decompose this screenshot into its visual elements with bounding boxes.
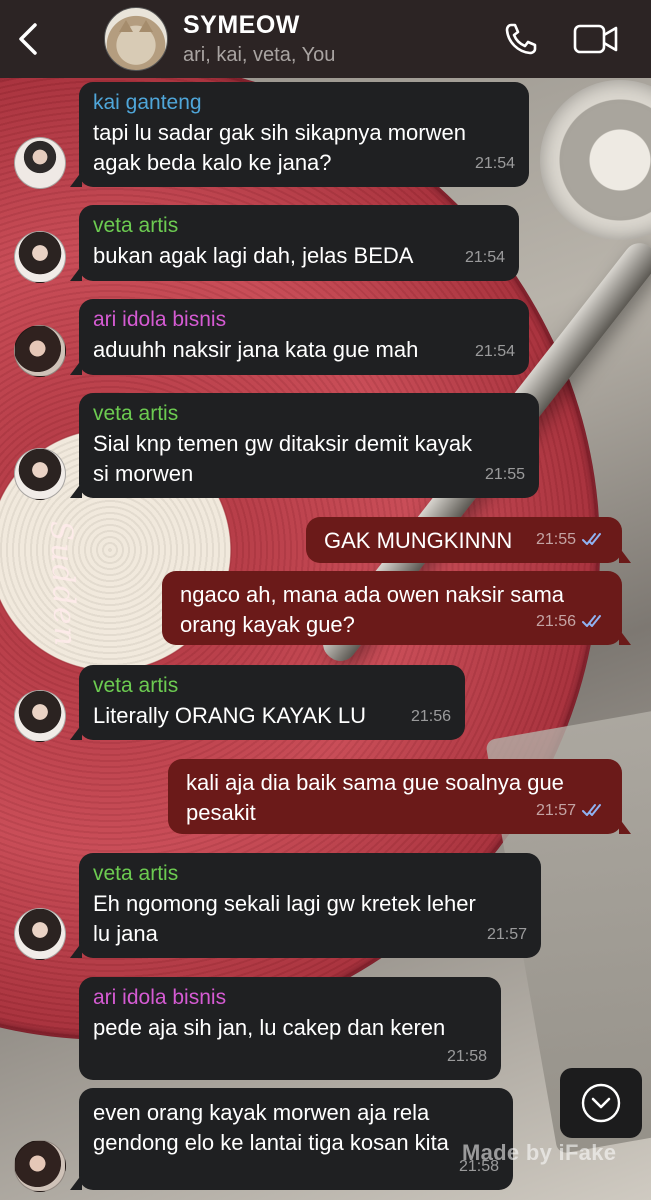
chevron-down-circle-icon — [580, 1082, 622, 1124]
sender-name: veta artis — [93, 402, 179, 425]
read-receipt-icon — [582, 795, 606, 825]
sender-name: veta artis — [93, 862, 179, 885]
message-time: 21:54 — [474, 155, 515, 172]
message-text: kali aja dia baik sama gue soalnya gue p… — [186, 770, 564, 825]
message-time: 21:58 — [446, 1048, 487, 1065]
back-button[interactable] — [2, 0, 54, 78]
phone-icon[interactable] — [503, 21, 539, 57]
sender-name: ari idola bisnis — [93, 986, 227, 1009]
message-time: 21:57 — [535, 802, 576, 819]
chevron-left-icon — [16, 22, 40, 56]
group-info[interactable]: SYMEOW ari, kai, veta, You — [183, 11, 335, 67]
message-bubble-outgoing[interactable]: ngaco ah, mana ada owen naksir sama oran… — [162, 571, 631, 645]
message-time: 21:54 — [474, 343, 515, 360]
sender-name: kai ganteng — [93, 91, 202, 114]
avatar-veta[interactable] — [14, 231, 66, 283]
message-bubble[interactable]: veta artis Literally ORANG KAYAK LU 21:5… — [70, 665, 465, 740]
watermark: Made by iFake — [462, 1140, 617, 1165]
avatar-veta[interactable] — [14, 908, 66, 960]
message-time: 21:56 — [535, 613, 576, 630]
message-bubble[interactable]: even orang kayak morwen aja rela gendong… — [70, 1088, 513, 1190]
group-name: SYMEOW — [183, 11, 300, 39]
group-members: ari, kai, veta, You — [183, 44, 336, 66]
message-text: aduuhh naksir jana kata gue mah — [93, 337, 419, 362]
message-bubble[interactable]: veta artis bukan agak lagi dah, jelas BE… — [70, 205, 519, 281]
message-text: Literally ORANG KAYAK LU — [93, 703, 367, 728]
message-text: even orang kayak morwen aja rela gendong… — [93, 1100, 449, 1155]
sender-name: veta artis — [93, 674, 179, 697]
message-bubble[interactable]: ari idola bisnis aduuhh naksir jana kata… — [70, 299, 529, 375]
sender-name: veta artis — [93, 214, 179, 237]
message-text: ngaco ah, mana ada owen naksir sama oran… — [180, 582, 565, 637]
avatar-ari[interactable] — [14, 1140, 66, 1192]
message-bubble[interactable]: veta artis Eh ngomong sekali lagi gw kre… — [70, 853, 541, 958]
avatar-ari[interactable] — [14, 325, 66, 377]
message-text: Eh ngomong sekali lagi gw kretek leher l… — [93, 891, 476, 946]
message-text: GAK MUNGKINNN — [324, 528, 513, 553]
avatar-veta[interactable] — [14, 448, 66, 500]
avatar-veta[interactable] — [14, 690, 66, 742]
message-bubble[interactable]: ari idola bisnis pede aja sih jan, lu ca… — [79, 977, 501, 1080]
scroll-to-bottom-button[interactable] — [560, 1068, 642, 1138]
message-time: 21:56 — [410, 708, 451, 725]
message-bubble-outgoing[interactable]: GAK MUNGKINNN 21:55 — [306, 517, 631, 563]
read-receipt-icon — [582, 524, 606, 554]
message-bubble[interactable]: veta artis Sial knp temen gw ditaksir de… — [70, 393, 539, 498]
message-time: 21:54 — [464, 249, 505, 266]
message-bubble-outgoing[interactable]: kali aja dia baik sama gue soalnya gue p… — [168, 759, 631, 834]
chat-header: SYMEOW ari, kai, veta, You — [0, 0, 651, 78]
message-list[interactable]: kai ganteng tapi lu sadar gak sih sikapn… — [0, 0, 651, 1200]
group-avatar[interactable] — [104, 7, 168, 71]
message-text: bukan agak lagi dah, jelas BEDA — [93, 243, 414, 268]
header-actions — [503, 21, 619, 57]
message-text: pede aja sih jan, lu cakep dan keren — [93, 1015, 446, 1040]
avatar-kai[interactable] — [14, 137, 66, 189]
message-time: 21:55 — [484, 466, 525, 483]
message-bubble[interactable]: kai ganteng tapi lu sadar gak sih sikapn… — [70, 82, 529, 187]
video-camera-icon[interactable] — [573, 23, 619, 55]
message-text: tapi lu sadar gak sih sikapnya morwen ag… — [93, 120, 466, 175]
message-time: 21:57 — [486, 926, 527, 943]
message-text: Sial knp temen gw ditaksir demit kayak s… — [93, 431, 473, 486]
message-time: 21:55 — [535, 531, 576, 548]
read-receipt-icon — [582, 606, 606, 636]
sender-name: ari idola bisnis — [93, 308, 227, 331]
